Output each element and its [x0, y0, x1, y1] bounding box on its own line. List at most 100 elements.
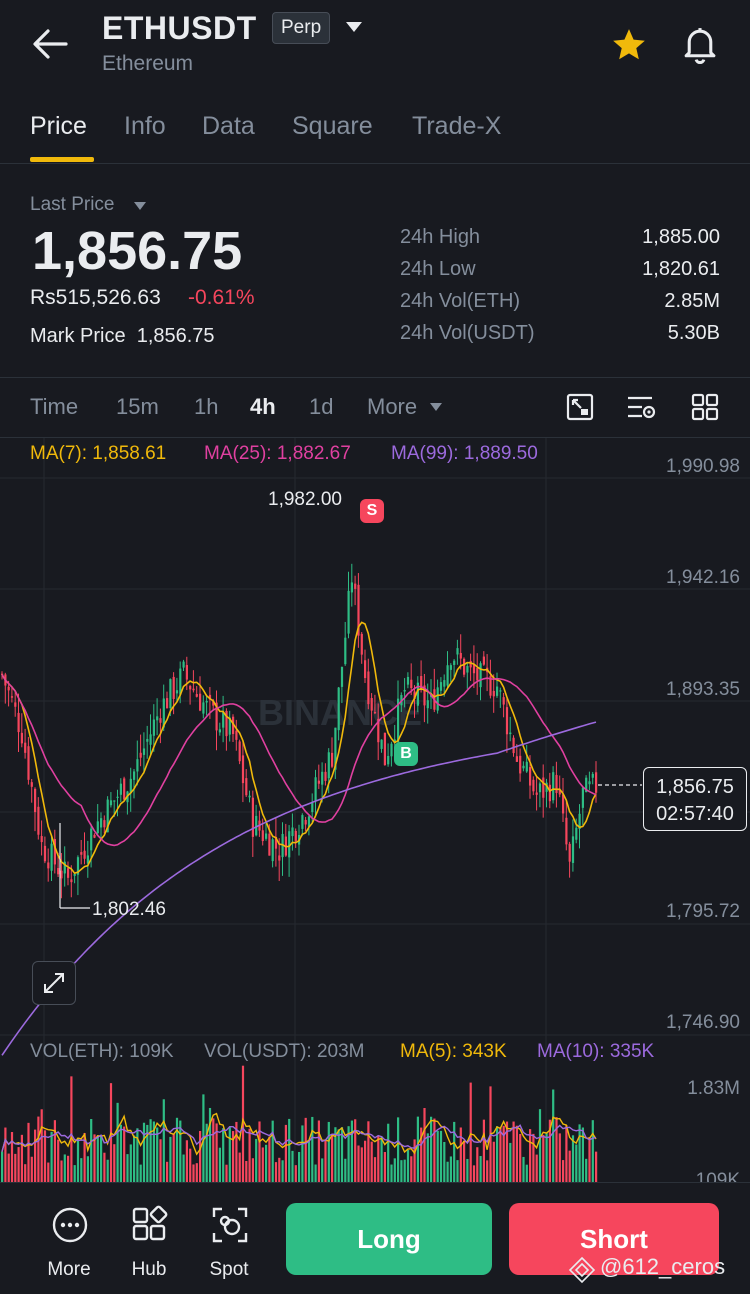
volume-bar	[1, 1151, 4, 1182]
volume-bar	[294, 1165, 297, 1182]
volume-bar	[581, 1127, 584, 1182]
volume-bar	[149, 1119, 152, 1182]
candle-body	[199, 693, 202, 711]
tab-square[interactable]: Square	[292, 112, 373, 141]
tab-trade-x[interactable]: Trade-X	[412, 112, 501, 141]
candle-body	[588, 781, 591, 785]
candle-body	[43, 845, 47, 862]
bell-icon[interactable]	[681, 25, 719, 65]
volume-bar	[96, 1135, 99, 1182]
volume-bar	[453, 1121, 456, 1182]
candle-body	[350, 582, 353, 593]
high-annotation: 1,982.00	[268, 489, 342, 510]
local-currency-price: Rs515,526.63	[30, 286, 161, 309]
more-icon[interactable]	[50, 1205, 90, 1245]
volume-bar	[278, 1157, 281, 1182]
buy-marker[interactable]: B	[394, 742, 418, 766]
candle-body	[116, 796, 119, 798]
volume-bar	[354, 1119, 357, 1182]
candle-body	[364, 660, 367, 679]
candle-body	[436, 687, 439, 711]
vol-ma5-label: MA(5): 343K	[400, 1041, 507, 1062]
volume-bar	[169, 1136, 172, 1182]
candle-body	[496, 686, 499, 696]
back-icon[interactable]	[32, 28, 68, 60]
sell-marker[interactable]: S	[360, 499, 384, 523]
volume-bar	[535, 1154, 538, 1182]
tf-time[interactable]: Time	[30, 394, 78, 420]
candle-body	[70, 879, 73, 883]
candle-body	[17, 712, 20, 733]
indicator-settings-icon[interactable]	[626, 392, 658, 422]
grid-layout-icon[interactable]	[690, 392, 720, 422]
tab-price[interactable]: Price	[30, 112, 87, 141]
long-button[interactable]: Long	[286, 1203, 492, 1275]
volume-bar	[393, 1158, 396, 1182]
volume-bar	[311, 1116, 314, 1182]
ma99-label: MA(99): 1,889.50	[391, 443, 538, 464]
volume-bar	[449, 1156, 452, 1182]
spot-button[interactable]: Spot	[194, 1259, 264, 1281]
volume-bar	[578, 1124, 581, 1182]
caret-down-icon[interactable]	[428, 400, 444, 412]
volume-bar	[542, 1134, 545, 1182]
expand-icon[interactable]	[32, 961, 76, 1005]
candle-body	[509, 732, 512, 735]
main-tabs: Price Info Data Square Trade-X	[0, 100, 750, 164]
volume-bar	[512, 1121, 515, 1182]
volume-bar	[179, 1120, 182, 1182]
price-tick: 1,795.72	[666, 901, 740, 922]
symbol-title[interactable]: ETHUSDT	[102, 10, 257, 47]
tab-info[interactable]: Info	[124, 112, 166, 141]
volume-bar	[245, 1160, 248, 1182]
price-tick: 1,990.98	[666, 456, 740, 477]
candle-body	[532, 779, 535, 792]
tf-4h[interactable]: 4h	[250, 394, 276, 420]
tab-data[interactable]: Data	[202, 112, 255, 141]
volume-bar	[383, 1152, 386, 1182]
chevron-down-icon[interactable]	[344, 20, 364, 34]
fullscreen-chart-icon[interactable]	[565, 392, 595, 422]
volume-bar	[123, 1126, 126, 1182]
volume-bar	[364, 1140, 367, 1182]
stat-label-high: 24h High	[400, 226, 481, 248]
candle-body	[218, 729, 221, 733]
caret-down-icon[interactable]	[132, 199, 148, 211]
hub-button[interactable]: Hub	[114, 1259, 184, 1281]
volume-bar	[172, 1134, 175, 1182]
candle-body	[136, 759, 139, 772]
candle-body	[446, 665, 449, 686]
candle-body	[571, 836, 575, 863]
tf-1d[interactable]: 1d	[309, 394, 333, 420]
volume-bar	[304, 1117, 307, 1182]
candle-body	[96, 821, 99, 834]
price-tick: 1,942.16	[666, 567, 740, 588]
spot-icon[interactable]	[210, 1205, 250, 1245]
ma99-line	[1, 721, 597, 1056]
volume-bar	[228, 1127, 231, 1182]
tf-15m[interactable]: 15m	[116, 394, 159, 420]
hub-icon[interactable]	[130, 1205, 170, 1245]
volume-bar	[380, 1136, 383, 1182]
candle-body	[525, 761, 528, 772]
volume-bar	[324, 1140, 327, 1182]
candle-body	[479, 663, 482, 688]
volume-bar	[30, 1156, 33, 1182]
candle-body	[340, 666, 344, 687]
last-price-label[interactable]: Last Price	[30, 194, 114, 216]
volume-bar	[136, 1128, 139, 1182]
last-price: 1,856.75	[32, 221, 243, 281]
candlestick-chart[interactable]: BINANCE	[0, 438, 750, 1182]
candle-body	[469, 660, 472, 668]
volume-bar	[387, 1123, 390, 1182]
tf-1h[interactable]: 1h	[194, 394, 218, 420]
star-icon[interactable]	[610, 26, 648, 64]
volume-bar	[321, 1158, 324, 1182]
tf-more[interactable]: More	[367, 394, 417, 420]
volume-bar	[238, 1152, 241, 1182]
more-button[interactable]: More	[34, 1259, 104, 1281]
volume-bar	[519, 1133, 522, 1182]
candle-body	[568, 843, 571, 862]
candle-body	[403, 690, 406, 692]
candle-body	[344, 637, 347, 665]
